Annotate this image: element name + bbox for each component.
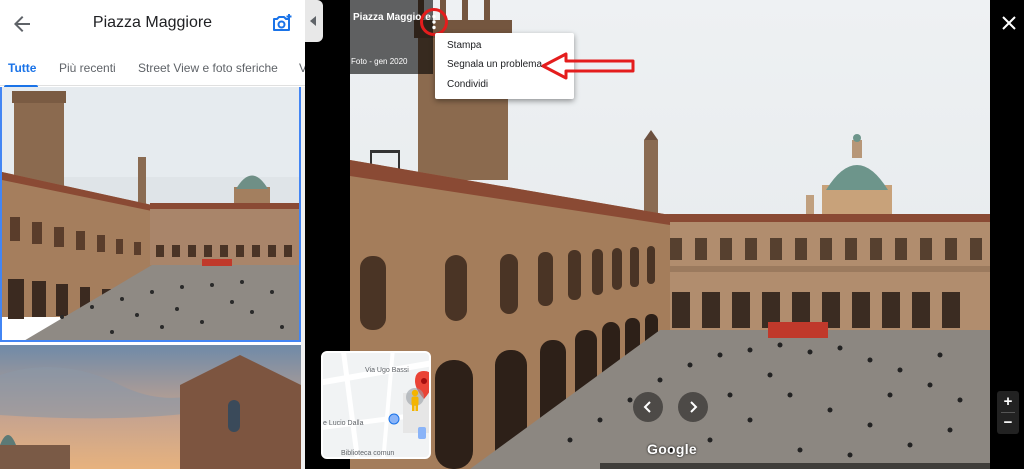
more-vert-icon [432, 14, 436, 30]
photo-thumbnail-selected[interactable] [0, 87, 301, 342]
zoom-out-button[interactable]: − [997, 414, 1019, 431]
previous-photo-button[interactable] [633, 392, 663, 422]
panel-header: Piazza Maggiore [0, 0, 305, 48]
close-icon [1002, 16, 1016, 30]
add-photo-button[interactable] [270, 12, 294, 36]
menu-item-report-problem[interactable]: Segnala un problema [447, 59, 542, 70]
back-button[interactable] [10, 12, 34, 36]
more-options-button[interactable] [420, 8, 448, 36]
zoom-control: + − [997, 391, 1019, 434]
photo-tabs: Tutte Più recenti Street View e foto sfe… [0, 52, 305, 88]
menu-item-print[interactable]: Stampa [447, 40, 481, 51]
footer-strip [600, 463, 990, 469]
tab-all[interactable]: Tutte [8, 61, 36, 75]
annotation-arrow-icon [541, 52, 635, 80]
menu-item-share[interactable]: Condividi [447, 79, 488, 90]
google-logo: Google [647, 441, 698, 457]
close-viewer-button[interactable] [998, 12, 1020, 34]
minimap-place-label: e Lucio Dalla [323, 420, 364, 427]
chevron-left-icon [643, 401, 651, 413]
photo-thumbnail[interactable] [0, 345, 301, 469]
minimap-image: Via Ugo Bassi e Lucio Dalla Biblioteca c… [323, 353, 429, 457]
zoom-divider [1001, 412, 1015, 413]
maps-photo-viewer: Piazza Maggiore Tutte Più recenti Street… [0, 0, 1024, 469]
piazza-thumbnail-image [2, 87, 299, 340]
basilica-thumbnail-image [0, 345, 301, 469]
tab-more[interactable]: V [299, 61, 305, 75]
minimap[interactable]: Via Ugo Bassi e Lucio Dalla Biblioteca c… [321, 351, 431, 459]
minimap-library-label: Biblioteca comun [341, 450, 394, 457]
add-photo-icon [273, 14, 292, 31]
arrow-left-icon [14, 16, 30, 32]
chevron-right-icon [690, 401, 698, 413]
tab-street-view[interactable]: Street View e foto sferiche [138, 61, 278, 75]
caret-left-icon [310, 16, 316, 26]
next-photo-button[interactable] [678, 392, 708, 422]
photos-panel: Piazza Maggiore Tutte Più recenti Street… [0, 0, 305, 469]
minimap-street-label: Via Ugo Bassi [365, 367, 409, 374]
zoom-in-button[interactable]: + [997, 393, 1019, 410]
tab-recent[interactable]: Più recenti [59, 61, 116, 75]
collapse-panel-button[interactable] [305, 0, 323, 42]
panel-title: Piazza Maggiore [92, 14, 213, 31]
panel-scrollbar[interactable] [301, 87, 305, 469]
photo-date: Foto - gen 2020 [351, 57, 408, 66]
